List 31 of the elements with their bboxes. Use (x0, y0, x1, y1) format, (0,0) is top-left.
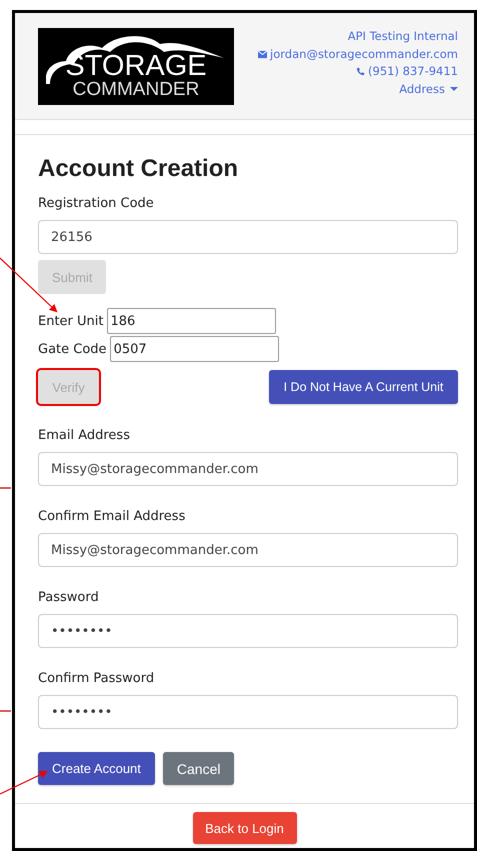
back-to-login-button[interactable]: Back to Login (192, 812, 296, 844)
field-label: Confirm Password (38, 671, 154, 687)
company-name: API Testing Internal (348, 28, 458, 45)
form-title: Account Creation (38, 155, 238, 183)
field-label: Gate Code (38, 342, 107, 356)
envelope-icon (258, 50, 268, 59)
email-field[interactable]: Missy@storagecommander.com (38, 452, 458, 486)
annotation-line (0, 710, 11, 712)
field-label: Confirm Email Address (38, 509, 186, 525)
no-unit-button[interactable]: I Do Not Have A Current Unit (269, 370, 458, 404)
phone-icon (356, 67, 366, 76)
password-field[interactable]: •••••••• (38, 695, 458, 729)
logo-text: COMMANDER (72, 80, 200, 99)
field-label: Email Address (38, 428, 130, 444)
cancel-button[interactable]: Cancel (162, 752, 234, 785)
field-label: Password (38, 590, 99, 606)
password-field[interactable]: •••••••• (38, 614, 458, 648)
email-link[interactable]: jordan@storagecommander.com (270, 46, 458, 63)
annotation-arrow (0, 770, 48, 795)
email-field[interactable]: Missy@storagecommander.com (38, 533, 458, 567)
field-label: Enter Unit (38, 314, 104, 328)
field-label: Registration Code (38, 196, 154, 212)
address-dropdown[interactable]: Address (399, 80, 458, 98)
create-account-button[interactable]: Create Account (38, 752, 155, 785)
caret-icon (450, 87, 458, 92)
unit-field[interactable]: 186 (106, 308, 276, 334)
logo-text: STORAGE (65, 52, 207, 80)
annotation-line (0, 487, 11, 489)
registration-code-field[interactable]: 26156 (38, 220, 458, 254)
gate-code-field[interactable]: 0507 (110, 336, 279, 362)
phone-link[interactable]: (951) 837-9411 (368, 63, 458, 80)
